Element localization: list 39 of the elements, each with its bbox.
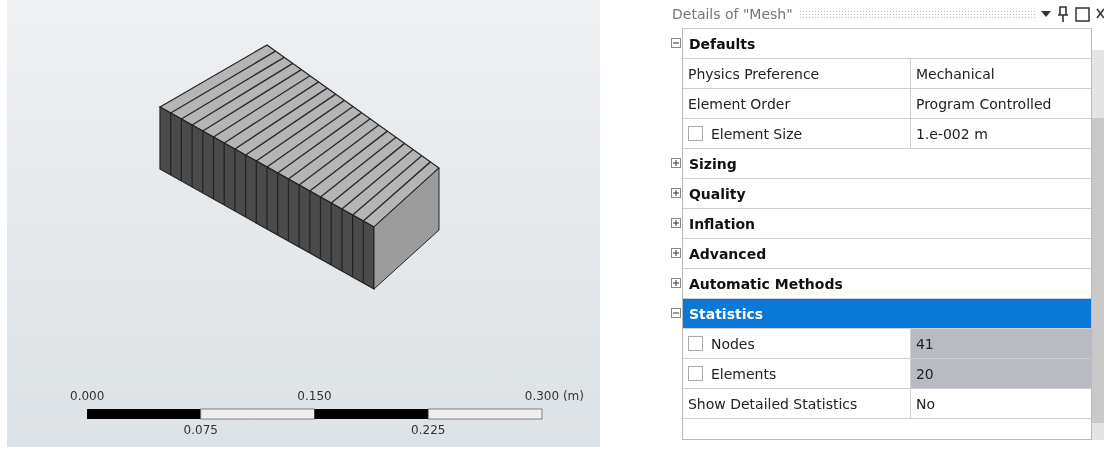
- property-name: Elements: [710, 365, 777, 382]
- expand-icon[interactable]: [670, 218, 681, 228]
- section-header[interactable]: Automatic Methods: [682, 269, 1092, 298]
- section-header[interactable]: Advanced: [682, 239, 1092, 268]
- scale-label: 0.000: [70, 389, 105, 403]
- property-value: Program Controlled: [914, 94, 1053, 114]
- section-header[interactable]: Quality: [682, 179, 1092, 208]
- property-value: 1.e-002 m: [914, 124, 989, 144]
- section-header[interactable]: Inflation: [682, 209, 1092, 238]
- property-name: Nodes: [710, 335, 755, 352]
- expand-icon[interactable]: [670, 278, 681, 288]
- checkbox[interactable]: [687, 366, 703, 381]
- property-value: 41: [910, 329, 1092, 358]
- property-name: Element Size: [710, 125, 803, 142]
- section-header[interactable]: Sizing: [682, 149, 1092, 178]
- scale-label: 0.300 (m): [524, 389, 584, 403]
- property-name: Show Detailed Statistics: [687, 395, 858, 412]
- property-value: Mechanical: [914, 64, 996, 84]
- property-value: 20: [910, 359, 1092, 388]
- panel-title: Details of "Mesh": [672, 6, 793, 22]
- expand-icon[interactable]: [670, 158, 681, 168]
- close-icon[interactable]: [1096, 7, 1104, 21]
- property-name: Element Order: [687, 95, 791, 112]
- maximize-icon[interactable]: [1075, 6, 1090, 22]
- property-value: No: [914, 394, 936, 414]
- checkbox[interactable]: [687, 336, 703, 351]
- collapse-icon[interactable]: [670, 38, 681, 48]
- scale-label: 0.150: [297, 389, 332, 403]
- expand-icon[interactable]: [670, 248, 681, 258]
- scale-label: 0.075: [183, 423, 218, 437]
- property-name: Physics Preference: [687, 65, 820, 82]
- scale-label: 0.225: [411, 423, 446, 437]
- collapse-icon[interactable]: [670, 308, 681, 318]
- section-header[interactable]: Defaults: [682, 29, 1092, 58]
- checkbox[interactable]: [687, 126, 703, 141]
- pin-icon[interactable]: [1057, 6, 1069, 22]
- section-header[interactable]: Statistics: [682, 299, 1092, 328]
- expand-icon[interactable]: [670, 188, 681, 198]
- dropdown-icon[interactable]: [1041, 11, 1051, 17]
